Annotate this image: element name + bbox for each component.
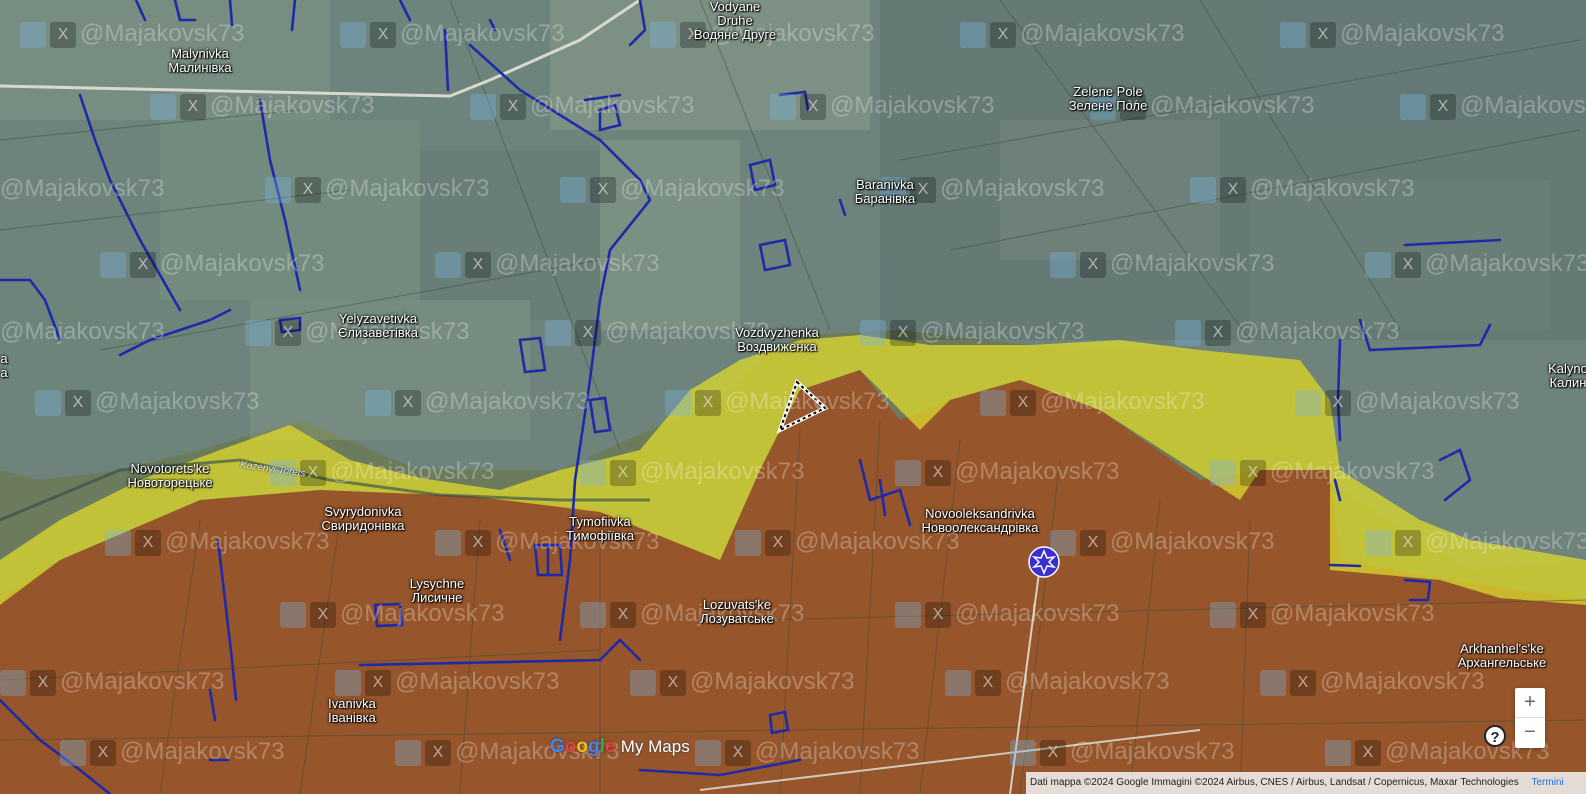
map-view[interactable]: X @Majakovsk73 X @Majakovsk73 X @Majakovsk7… xyxy=(0,0,1586,794)
place-label-yelyzavetivka[interactable]: Yelyzavetivka Єлизаветівка xyxy=(338,312,418,340)
place-label-novooleksandrivka[interactable]: Novooleksandrivka Новоолександрівка xyxy=(922,507,1039,535)
attribution-text: Dati mappa ©2024 Google Immagini ©2024 A… xyxy=(1030,777,1519,788)
zoom-out-button[interactable]: − xyxy=(1515,718,1545,747)
place-label-novotoretske[interactable]: Novotorets'ke Новоторецьке xyxy=(127,462,212,490)
map-attribution: Dati mappa ©2024 Google Immagini ©2024 A… xyxy=(1026,772,1586,794)
place-label-vodyane[interactable]: Vodyane Druhe Водяне Друге xyxy=(694,0,776,42)
place-label-baranivka[interactable]: Baranivka Баранівка xyxy=(855,178,915,206)
place-label-edge-west[interactable]: aа xyxy=(0,352,7,380)
place-label-lysychne[interactable]: Lysychne Лисичне xyxy=(410,577,464,605)
place-label-arkhanhelske[interactable]: Arkhanhel's'ke Архангельське xyxy=(1458,642,1546,670)
place-label-tymofiivka[interactable]: Tymofiivka Тимофіївка xyxy=(566,515,634,543)
place-label-vozdvyzhenka[interactable]: Vozdvyzhenka Воздвиженка xyxy=(735,326,819,354)
terms-link[interactable]: Termini xyxy=(1531,777,1563,788)
place-label-svyrydonivka[interactable]: Svyrydonivka Свиридонівка xyxy=(321,505,404,533)
place-label-ivanivka[interactable]: Ivanivka Іванівка xyxy=(328,697,376,725)
place-label-zelene-pole[interactable]: Zelene Pole Зелене Поле xyxy=(1069,85,1148,113)
place-label-kalynove[interactable]: Kalyno Калин xyxy=(1548,362,1586,390)
help-icon[interactable]: ? xyxy=(1484,725,1506,747)
zoom-in-button[interactable]: + xyxy=(1515,688,1545,717)
star-marker-icon[interactable] xyxy=(1028,546,1060,578)
google-my-maps-logo: Google My Maps xyxy=(550,736,690,757)
place-label-malynivka[interactable]: Malynivka Малинівка xyxy=(168,47,231,75)
satellite-base xyxy=(0,0,1586,794)
place-label-lozuvatske[interactable]: Lozuvats'ke Лозуватське xyxy=(700,598,774,626)
zoom-control: + − xyxy=(1515,688,1545,748)
